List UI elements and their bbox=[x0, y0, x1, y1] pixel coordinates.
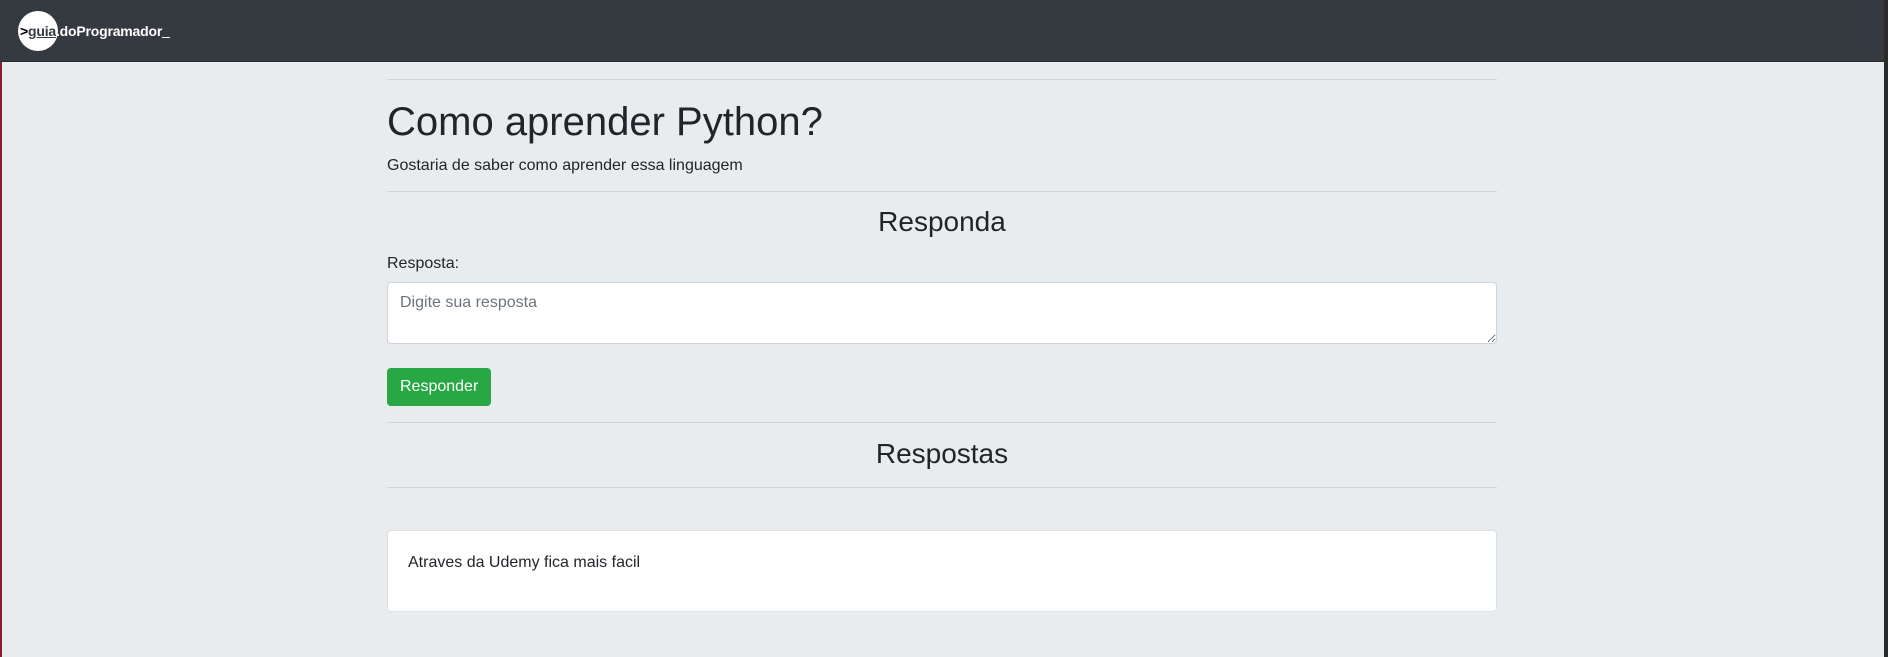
answers-heading: Respostas bbox=[875, 438, 1009, 469]
brand-prefix: > bbox=[20, 23, 28, 39]
navbar: >guia.doProgramador_ bbox=[0, 0, 1884, 62]
answer-card: Atraves da Udemy fica mais facil bbox=[387, 530, 1497, 612]
page: >guia.doProgramador_ Como aprender Pytho… bbox=[0, 0, 1888, 657]
divider-answers bbox=[387, 487, 1497, 488]
question-description: Gostaria de saber como aprender essa lin… bbox=[387, 157, 743, 174]
brand-text: >guia.doProgramador_ bbox=[18, 13, 170, 49]
reply-heading: Responda bbox=[878, 206, 1006, 237]
brand-logo-link[interactable]: >guia.doProgramador_ bbox=[18, 11, 170, 51]
question-title: Como aprender Python? bbox=[387, 100, 823, 144]
brand-rest: .doProgramador bbox=[55, 23, 163, 39]
brand-cursor: _ bbox=[162, 23, 170, 39]
window-edge-right bbox=[1884, 0, 1888, 657]
divider-form bbox=[387, 422, 1497, 423]
divider-question bbox=[387, 191, 1497, 192]
responder-button[interactable]: Responder bbox=[387, 368, 492, 406]
window-edge-left bbox=[0, 0, 2, 657]
divider-top bbox=[387, 79, 1497, 80]
reply-label: Resposta: bbox=[387, 255, 460, 272]
answer-text: Atraves da Udemy fica mais facil bbox=[408, 554, 641, 571]
reply-textarea[interactable] bbox=[387, 282, 1497, 344]
brand-guia: guia bbox=[27, 23, 56, 39]
